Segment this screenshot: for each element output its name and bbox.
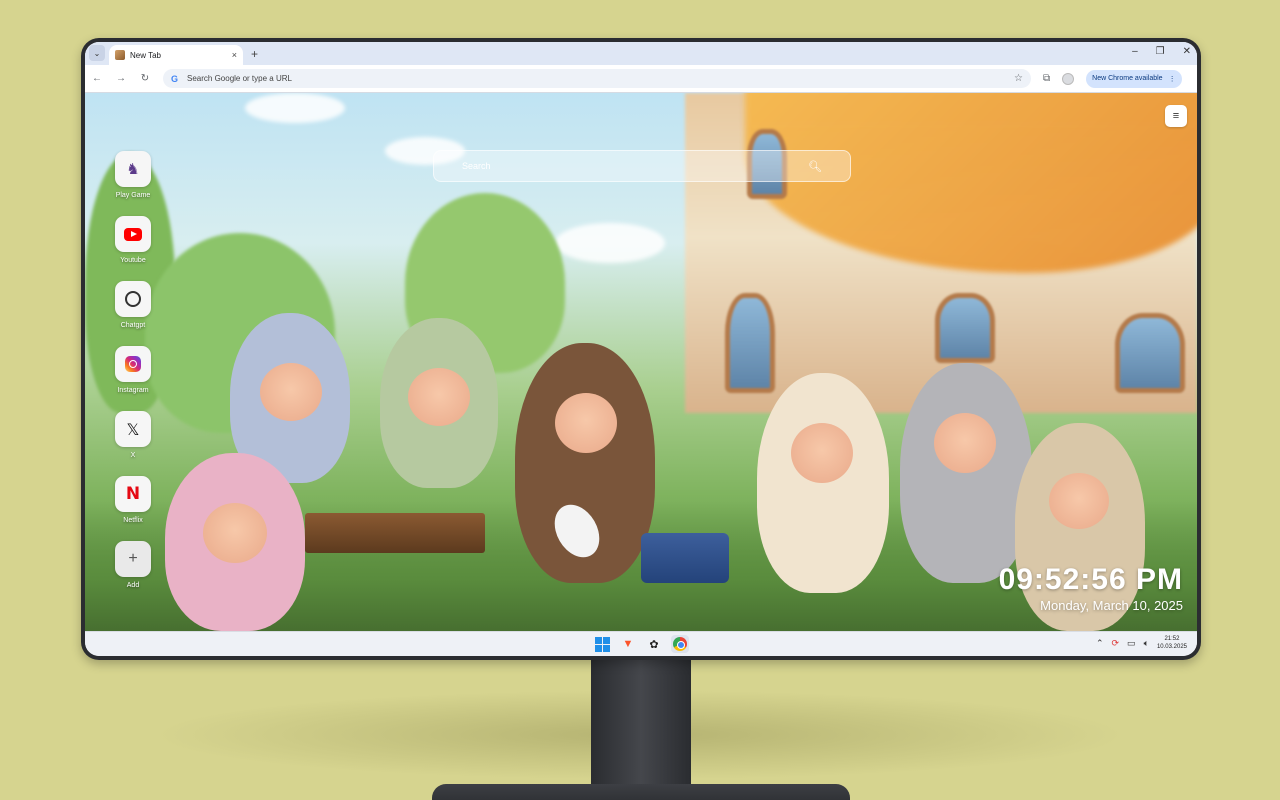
shortcut-label: Play Game	[115, 192, 151, 199]
cottage-window	[725, 293, 775, 393]
new-tab-button[interactable]: +	[251, 47, 258, 61]
maximize-button[interactable]: ❐	[1156, 46, 1165, 57]
tray-time: 21:52	[1164, 636, 1180, 642]
tab-new-tab[interactable]: New Tab ×	[109, 45, 243, 65]
bookmark-star-icon[interactable]: ☆	[1014, 73, 1023, 84]
app-icon[interactable]: ✿	[645, 635, 663, 653]
monitor-stand-neck	[591, 656, 691, 800]
tab-close-icon[interactable]: ×	[232, 50, 237, 60]
search-input[interactable]: Search 🔍︎	[433, 150, 851, 182]
youtube-icon	[124, 227, 142, 241]
network-icon[interactable]: ▭	[1127, 638, 1136, 649]
shortcut-chatgpt[interactable]: Chatgpt	[113, 281, 153, 334]
plush-figure	[757, 373, 889, 593]
cloud	[555, 223, 665, 263]
reload-icon[interactable]: ↻	[139, 73, 151, 84]
search-icon[interactable]: 🔍︎	[808, 160, 822, 173]
window-controls: – ❐ ✕	[1132, 46, 1191, 57]
tray-app-icon[interactable]: ⟳	[1112, 638, 1120, 649]
monitor: ⌄ New Tab × + – ❐ ✕ ← → ↻ G Search Googl…	[81, 38, 1201, 660]
profile-avatar[interactable]	[1062, 72, 1075, 85]
shortcut-icon-box	[115, 346, 151, 382]
volume-icon[interactable]: 🔈︎	[1144, 638, 1149, 649]
netflix-icon: N	[125, 484, 141, 504]
x-icon: 𝕏	[126, 419, 140, 439]
more-menu-icon: ⋮	[1168, 75, 1176, 83]
cloud	[245, 93, 345, 123]
shortcut-label: X	[130, 452, 136, 459]
forward-icon[interactable]: →	[115, 73, 127, 84]
plush-face	[1049, 473, 1109, 529]
cottage-window	[935, 293, 995, 363]
shortcut-youtube[interactable]: Youtube	[113, 216, 153, 269]
shortcut-add[interactable]: + Add	[113, 541, 153, 594]
windows-start-icon[interactable]	[593, 635, 611, 653]
game-icon: ♞	[126, 161, 140, 178]
shortcut-netflix[interactable]: N Netflix	[113, 476, 153, 529]
back-icon[interactable]: ←	[91, 73, 103, 84]
tray-chevron-icon[interactable]: ⌃	[1096, 638, 1104, 649]
plush-face	[260, 363, 322, 421]
chatgpt-icon	[125, 291, 141, 307]
shortcut-icon-box	[115, 281, 151, 317]
update-chrome-label: New Chrome available	[1092, 75, 1163, 82]
shortcut-icon-box	[115, 216, 151, 252]
search-placeholder: Search	[462, 161, 491, 171]
new-tab-page: ♞ Play Game Youtube Chatgpt Instagram 𝕏	[85, 93, 1197, 631]
taskbar-apps: ▼ ✿	[593, 635, 689, 653]
shortcut-list: ♞ Play Game Youtube Chatgpt Instagram 𝕏	[113, 151, 153, 594]
shortcut-label: Netflix	[123, 517, 143, 524]
extensions-icon[interactable]: ⧉	[1043, 73, 1050, 84]
radio	[641, 533, 729, 583]
add-icon: +	[115, 541, 151, 577]
plush-face	[408, 368, 470, 426]
tab-title: New Tab	[130, 50, 161, 60]
tab-search-button[interactable]: ⌄	[89, 45, 105, 61]
tray-clock[interactable]: 21:52 10.03.2025	[1157, 635, 1187, 651]
shortcut-label: Chatgpt	[120, 322, 146, 329]
plush-figure	[900, 363, 1032, 583]
shortcut-x[interactable]: 𝕏 X	[113, 411, 153, 464]
clock-time: 09:52:56 PM	[998, 563, 1183, 596]
instagram-icon	[125, 356, 141, 372]
shortcut-label: Add	[126, 582, 140, 589]
shortcut-play-game[interactable]: ♞ Play Game	[113, 151, 153, 204]
shortcut-icon-box: ♞	[115, 151, 151, 187]
plush-figure	[165, 453, 305, 631]
plush-face	[791, 423, 853, 483]
plush-figure	[380, 318, 498, 488]
tab-bar: ⌄ New Tab × + – ❐ ✕	[85, 42, 1197, 65]
monitor-stand-base	[432, 784, 850, 800]
clock-date: Monday, March 10, 2025	[1040, 598, 1183, 613]
shortcut-icon-box: N	[115, 476, 151, 512]
browser-toolbar: ← → ↻ G Search Google or type a URL ☆ ⧉ …	[85, 65, 1197, 92]
tray-date: 10.03.2025	[1156, 644, 1187, 650]
brave-icon[interactable]: ▼	[619, 635, 637, 653]
clock-widget: 09:52:56 PM Monday, March 10, 2025	[999, 563, 1183, 613]
omnibox[interactable]: G Search Google or type a URL ☆	[163, 69, 1031, 88]
plush-face	[203, 503, 267, 563]
update-chrome-button[interactable]: New Chrome available ⋮	[1086, 69, 1182, 88]
chrome-icon[interactable]	[671, 635, 689, 653]
minimize-button[interactable]: –	[1132, 46, 1138, 57]
shortcut-label: Youtube	[120, 257, 146, 264]
google-icon: G	[171, 73, 179, 84]
shortcut-label: Instagram	[117, 387, 149, 394]
menu-icon[interactable]: ≡	[1165, 105, 1187, 127]
tab-favicon-icon	[115, 50, 125, 60]
plush-face	[934, 413, 996, 473]
close-window-button[interactable]: ✕	[1183, 46, 1191, 57]
taskbar: ▼ ✿ ⌃ ⟳ ▭ 🔈︎ 21:52 10.03.2025	[85, 631, 1197, 656]
shortcut-instagram[interactable]: Instagram	[113, 346, 153, 399]
cottage-window	[1115, 313, 1185, 393]
screen: ⌄ New Tab × + – ❐ ✕ ← → ↻ G Search Googl…	[85, 42, 1197, 656]
plush-face	[555, 393, 617, 453]
shortcut-icon-box: 𝕏	[115, 411, 151, 447]
omnibox-placeholder: Search Google or type a URL	[187, 74, 292, 83]
system-tray: ⌃ ⟳ ▭ 🔈︎ 21:52 10.03.2025	[1096, 635, 1187, 651]
picnic-table	[305, 513, 485, 553]
